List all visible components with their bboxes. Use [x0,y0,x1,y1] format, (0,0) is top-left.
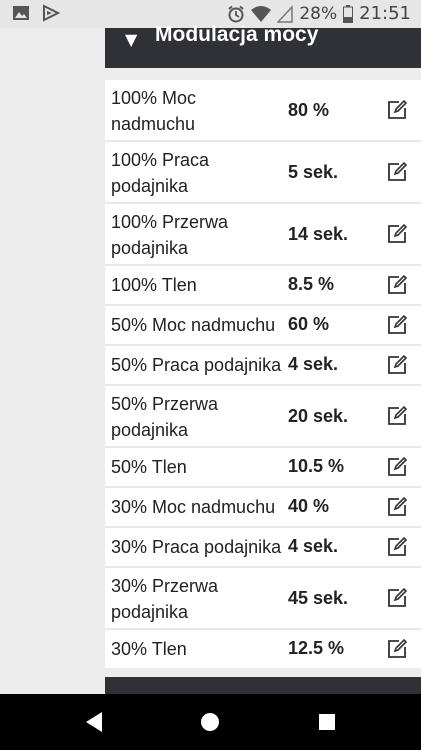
edit-icon[interactable] [386,587,408,609]
row-label: 100% Praca podajnika [111,150,210,196]
row-value: 20 sek. [288,406,349,426]
edit-icon[interactable] [386,274,408,296]
edit-icon[interactable] [386,99,408,121]
row-value: 8.5 % [288,274,335,294]
edit-icon[interactable] [386,456,408,478]
image-icon [13,6,29,20]
row-label: 100% Przerwa podajnika [111,212,229,258]
row-label: 100% Tlen [111,275,197,295]
table-row: 30% Przerwa podajnika 45 sek. [105,568,421,630]
status-bar-right: 28% 21:51 [227,3,411,24]
status-bar-left [12,4,60,22]
row-value: 60 % [288,314,330,334]
edit-icon[interactable] [386,223,408,245]
table-row: 50% Praca podajnika 4 sek. [105,346,421,386]
table-row: 50% Tlen 10.5 % [105,448,421,488]
parameters-table: 100% Moc nadmuchu 80 % 100% Praca podajn… [105,80,421,668]
row-value: 45 sek. [288,588,349,608]
row-value: 10.5 % [288,456,345,476]
wifi-icon [251,5,272,22]
row-label: 50% Praca podajnika [111,355,282,375]
table-row: 100% Moc nadmuchu 80 % [105,80,421,142]
edit-icon[interactable] [386,405,408,427]
table-row: 30% Tlen 12.5 % [105,630,421,668]
battery-percent: 28% [299,3,338,24]
row-label: 100% Moc nadmuchu [111,88,197,134]
table-row: 100% Praca podajnika 5 sek. [105,142,421,204]
table-row: 100% Przerwa podajnika 14 sek. [105,204,421,266]
row-value: 40 % [288,496,330,516]
table-row: 30% Praca podajnika 4 sek. [105,528,421,568]
edit-icon[interactable] [386,314,408,336]
row-label: 30% Tlen [111,639,187,659]
edit-icon[interactable] [386,161,408,183]
edit-icon[interactable] [386,638,408,660]
recents-icon[interactable] [307,704,347,740]
edit-icon[interactable] [386,354,408,376]
edit-icon[interactable] [386,536,408,558]
table-row: 50% Moc nadmuchu 60 % [105,306,421,346]
battery-icon [343,4,354,23]
section-title: Modulacja mocy [155,23,319,46]
row-label: 50% Tlen [111,457,187,477]
play-store-icon [43,4,60,22]
section-header-modulacja-mocy[interactable]: ▼ Modulacja mocy [105,23,421,68]
row-value: 4 sek. [288,354,339,374]
row-label: 50% Przerwa podajnika [111,394,219,440]
back-icon[interactable] [74,704,114,740]
table-row: 50% Przerwa podajnika 20 sek. [105,386,421,448]
table-row: 30% Moc nadmuchu 40 % [105,488,421,528]
collapse-triangle-icon[interactable]: ▼ [125,30,137,49]
table-row: 100% Tlen 8.5 % [105,266,421,306]
signal-icon [277,4,294,23]
row-value: 12.5 % [288,638,345,658]
row-value: 80 % [288,100,330,120]
row-value: 4 sek. [288,536,339,556]
row-value: 14 sek. [288,224,349,244]
row-value: 5 sek. [288,162,339,182]
clock: 21:51 [359,3,411,24]
home-icon[interactable] [190,704,230,740]
row-label: 30% Praca podajnika [111,537,282,557]
row-label: 50% Moc nadmuchu [111,315,276,335]
edit-icon[interactable] [386,496,408,518]
row-label: 30% Moc nadmuchu [111,497,276,517]
row-label: 30% Przerwa podajnika [111,576,219,622]
navigation-bar [0,694,421,750]
alarm-icon [228,5,244,22]
